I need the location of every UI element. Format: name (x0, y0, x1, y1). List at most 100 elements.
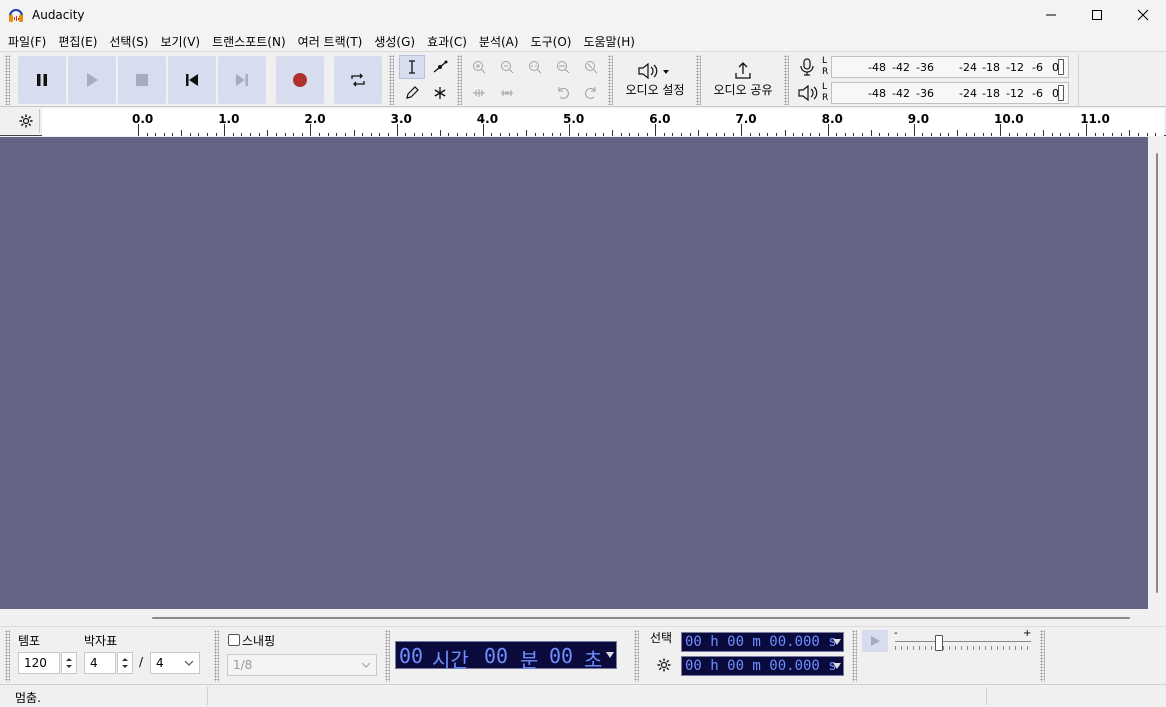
menu-generate[interactable]: 생성(G) (368, 30, 421, 51)
time-display[interactable]: 00 시간 00 분 00 초 (395, 641, 617, 672)
recording-meter-track[interactable]: -48 -42 -36 -24 -18 -12 -6 0 (831, 56, 1069, 78)
zoom-out-button[interactable] (494, 55, 520, 79)
ruler-tick (1112, 133, 1114, 136)
playback-meter[interactable]: L R -48 -42 -36 -24 -18 -12 -6 0 (793, 81, 1073, 105)
time-signature-upper-input[interactable]: 4 (84, 652, 133, 674)
zoom-toggle-button[interactable] (578, 55, 604, 79)
silence-audio-button[interactable] (494, 81, 520, 105)
multi-tool-button[interactable] (427, 81, 453, 105)
share-audio-label: 오디오 공유 (713, 82, 773, 97)
toolbar-grip[interactable] (385, 630, 390, 682)
maximize-button[interactable] (1074, 0, 1120, 30)
zoom-in-button[interactable] (466, 55, 492, 79)
playback-speed-slider-handle[interactable] (935, 635, 943, 651)
audio-setup-button[interactable]: 오디오 설정 (620, 54, 690, 104)
menu-edit[interactable]: 편집(E) (52, 30, 103, 51)
ruler-tick (1129, 130, 1131, 136)
toolbar-grip[interactable] (696, 55, 701, 105)
trim-audio-button[interactable] (466, 81, 492, 105)
redo-button[interactable] (578, 81, 604, 105)
menu-tracks[interactable]: 여러 트랙(T) (292, 30, 369, 51)
meter-scale-label: -42 (892, 61, 910, 74)
time-minutes-unit: 분 (520, 648, 539, 672)
play-at-speed-button[interactable] (862, 630, 888, 652)
share-audio-button[interactable]: 오디오 공유 (706, 54, 780, 104)
selection-tool-button[interactable] (399, 55, 425, 79)
menu-tools[interactable]: 도구(O) (525, 30, 578, 51)
meter-scale-label: -48 (868, 87, 886, 100)
snapping-select[interactable]: 1/8 (227, 654, 377, 676)
toolbar-grip[interactable] (634, 630, 639, 682)
tempo-stepper[interactable] (61, 652, 77, 674)
undo-button[interactable] (550, 81, 576, 105)
ruler-tick (982, 133, 984, 136)
menu-transport[interactable]: 트랜스포트(N) (206, 30, 292, 51)
timeline-scale[interactable]: 0.0 1.0 2.0 3.0 4.0 5.0 6.0 7.0 8.0 9.0 10.0 11.0 (42, 108, 1164, 136)
audacity-window: Audacity 파일(F) 편집(E) 선택(S) 보기(V) 트랜스포트(N… (0, 0, 1166, 707)
undo-icon (558, 87, 569, 99)
play-button[interactable] (68, 56, 116, 104)
time-signature-stepper[interactable] (117, 652, 133, 674)
skip-to-start-button[interactable] (168, 56, 216, 104)
ruler-tick (1068, 133, 1070, 136)
fit-selection-button[interactable] (522, 55, 548, 79)
tempo-value: 120 (24, 656, 47, 670)
menu-analyze[interactable]: 분석(A) (473, 30, 525, 51)
tempo-input[interactable]: 120 (18, 652, 77, 674)
loop-button[interactable] (334, 56, 382, 104)
draw-tool-button[interactable] (399, 81, 425, 105)
top-toolbar: 오디오 설정 오디오 공유 L R -48 -42 -36 -24 -18 -1… (0, 51, 1166, 107)
menu-view[interactable]: 보기(V) (154, 30, 206, 51)
playback-speed-slider-track[interactable] (895, 641, 1031, 642)
selection-end-time[interactable]: 00 h 00 m 00.000 s (681, 656, 844, 676)
toolbar-grip[interactable] (5, 630, 10, 682)
toolbar-grip[interactable] (784, 55, 789, 105)
toolbar-grip[interactable] (389, 55, 394, 105)
ruler-tick (1103, 133, 1105, 136)
selection-start-time[interactable]: 00 h 00 m 00.000 s (681, 632, 844, 652)
toolbar-grip[interactable] (1040, 630, 1045, 682)
playback-meter-track[interactable]: -48 -42 -36 -24 -18 -12 -6 0 (831, 82, 1069, 104)
minimize-button[interactable] (1028, 0, 1074, 30)
menu-effect[interactable]: 효과(C) (421, 30, 473, 51)
toolbar-grip[interactable] (214, 630, 219, 682)
chevron-down-icon (184, 660, 194, 666)
ruler-tick (1034, 133, 1036, 136)
menu-file[interactable]: 파일(F) (2, 30, 52, 51)
playback-volume-handle[interactable] (1058, 85, 1064, 101)
fit-project-button[interactable] (550, 55, 576, 79)
ruler-tick (396, 124, 398, 136)
horizontal-scrollbar-thumb[interactable] (152, 617, 1130, 619)
snapping-checkbox[interactable] (228, 634, 240, 646)
recording-gain-handle[interactable] (1058, 59, 1064, 75)
ruler-tick (456, 133, 458, 136)
ruler-tick (913, 124, 915, 136)
selection-options-button[interactable] (652, 654, 676, 676)
track-area[interactable] (0, 137, 1148, 609)
menu-help[interactable]: 도움말(H) (577, 30, 641, 51)
skip-to-end-button[interactable] (218, 56, 266, 104)
meter-scale-label: -18 (982, 87, 1000, 100)
menu-select[interactable]: 선택(S) (103, 30, 154, 51)
time-signature-lower-select[interactable]: 4 (150, 652, 200, 674)
pause-button[interactable] (18, 56, 66, 104)
horizontal-scrollbar[interactable] (0, 609, 1166, 626)
zoom-out-icon (501, 61, 514, 74)
toolbar-grip[interactable] (608, 55, 613, 105)
toolbar-grip[interactable] (5, 55, 10, 105)
ruler-tick (1017, 133, 1019, 136)
stop-button[interactable] (118, 56, 166, 104)
ruler-tick (1146, 133, 1148, 136)
toolbar-grip[interactable] (852, 630, 857, 682)
vertical-scrollbar[interactable] (1148, 137, 1166, 609)
recording-meter[interactable]: L R -48 -42 -36 -24 -18 -12 -6 0 (793, 55, 1073, 79)
record-button[interactable] (276, 56, 324, 104)
ruler-tick (560, 133, 562, 136)
ruler-tick (706, 133, 708, 136)
timeline-options-button[interactable] (12, 109, 40, 133)
close-button[interactable] (1120, 0, 1166, 30)
toolbar-grip[interactable] (457, 55, 462, 105)
ruler-tick (1000, 124, 1001, 136)
envelope-tool-button[interactable] (427, 55, 453, 79)
vertical-scrollbar-thumb[interactable] (1156, 153, 1158, 593)
